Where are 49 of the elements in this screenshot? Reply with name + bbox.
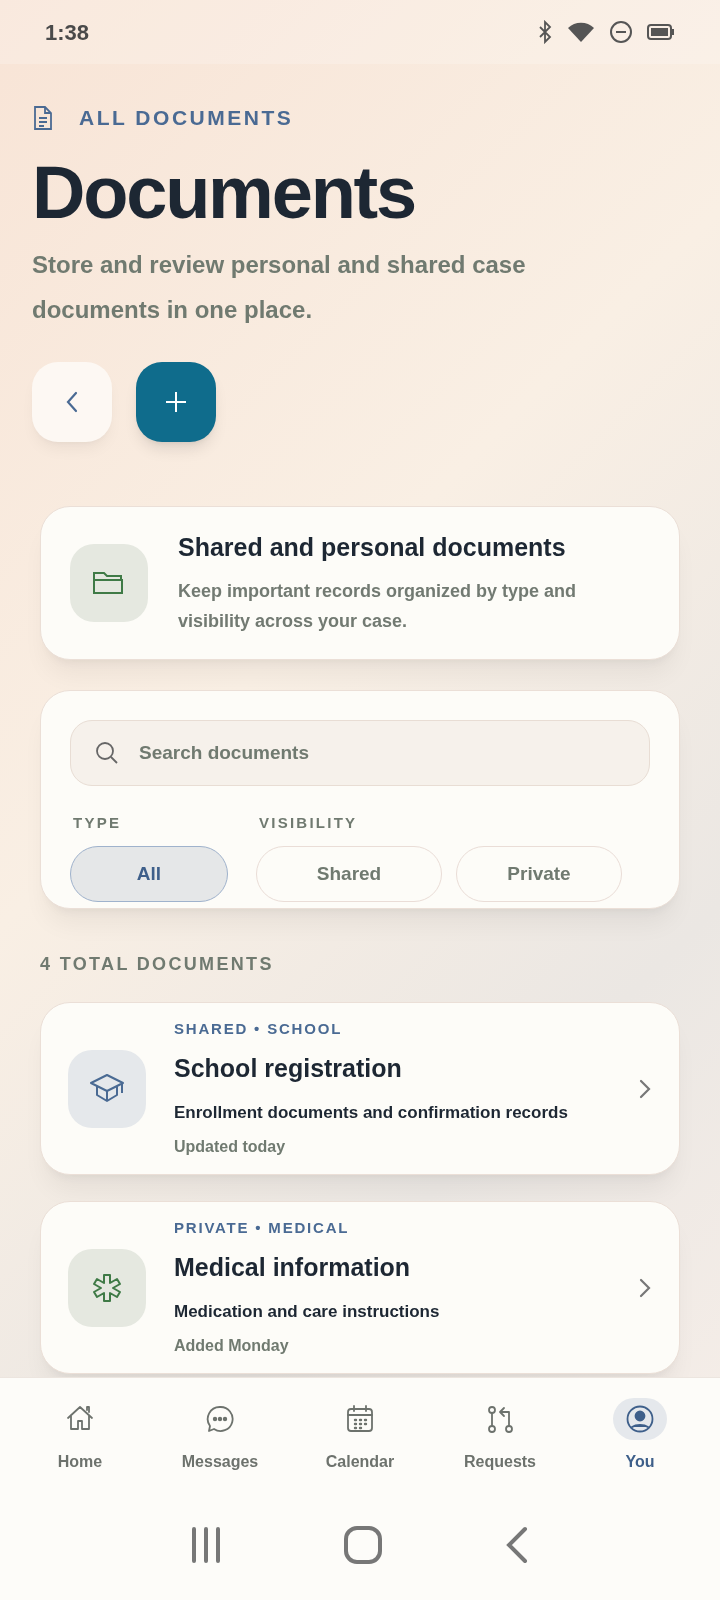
document-tag: SHARED • SCHOOL bbox=[174, 1017, 611, 1041]
document-card[interactable]: SHARED • SCHOOL School registration Enrollment documents and confirmation records Updated today bbox=[40, 1002, 680, 1175]
document-description: Medication and care instructions bbox=[174, 1300, 441, 1323]
calendar-icon bbox=[345, 1404, 375, 1434]
pull-request-icon bbox=[485, 1404, 515, 1434]
folder-icon bbox=[70, 543, 148, 622]
documents-count: 4 TOTAL DOCUMENTS bbox=[40, 953, 275, 976]
search-icon bbox=[95, 740, 119, 765]
page-title: Documents bbox=[32, 155, 416, 230]
home-nav-icon[interactable] bbox=[344, 1526, 382, 1564]
chevron-right-icon bbox=[639, 1277, 651, 1298]
chat-bubble-icon bbox=[205, 1404, 235, 1434]
filter-chip[interactable]: Private bbox=[456, 846, 622, 902]
plus-icon bbox=[165, 390, 187, 413]
filter-chip[interactable]: All bbox=[70, 846, 228, 902]
status-time: 1:38 bbox=[45, 18, 90, 47]
section-eyebrow: ALL DOCUMENTS bbox=[79, 105, 294, 131]
document-title: Medical information bbox=[174, 1252, 412, 1284]
document-meta: Updated today bbox=[174, 1137, 287, 1158]
nav-tab[interactable]: You bbox=[580, 1398, 700, 1490]
user-avatar-icon bbox=[625, 1404, 655, 1434]
nav-tab[interactable]: Messages bbox=[160, 1398, 280, 1490]
asterisk-icon bbox=[68, 1248, 146, 1327]
document-tag: PRIVATE • MEDICAL bbox=[174, 1216, 611, 1240]
add-button[interactable] bbox=[136, 361, 216, 442]
recent-apps-icon[interactable] bbox=[191, 1526, 222, 1564]
search-field[interactable]: Search documents bbox=[70, 719, 650, 786]
document-icon bbox=[32, 104, 54, 131]
wifi-icon bbox=[567, 21, 595, 43]
filter-chip[interactable]: Shared bbox=[256, 846, 442, 902]
battery-icon bbox=[647, 24, 675, 40]
nav-tab[interactable]: Requests bbox=[440, 1398, 560, 1490]
document-meta: Added Monday bbox=[174, 1336, 290, 1357]
document-title: School registration bbox=[174, 1053, 403, 1085]
card-description: Keep important records organized by type and visibility across your case. bbox=[178, 580, 578, 634]
back-nav-icon[interactable] bbox=[504, 1526, 529, 1564]
do-not-disturb-icon bbox=[609, 20, 633, 44]
page-subtitle: Store and review personal and shared case documents in one place. bbox=[32, 249, 527, 325]
nav-tab[interactable]: Calendar bbox=[300, 1398, 420, 1490]
filter-label: VISIBILITY bbox=[258, 812, 359, 833]
filter-label: TYPE bbox=[72, 812, 123, 833]
chevron-right-icon bbox=[639, 1078, 651, 1099]
nav-tab[interactable]: Home bbox=[20, 1398, 140, 1490]
bluetooth-icon bbox=[537, 20, 553, 44]
document-description: Enrollment documents and confirmation records bbox=[174, 1101, 569, 1124]
card-title: Shared and personal documents bbox=[178, 531, 567, 563]
chevron-left-icon bbox=[65, 390, 79, 413]
graduation-cap-icon bbox=[68, 1049, 146, 1128]
document-card[interactable]: PRIVATE • MEDICAL Medical information Medication and care instructions Added Monday bbox=[40, 1201, 680, 1374]
